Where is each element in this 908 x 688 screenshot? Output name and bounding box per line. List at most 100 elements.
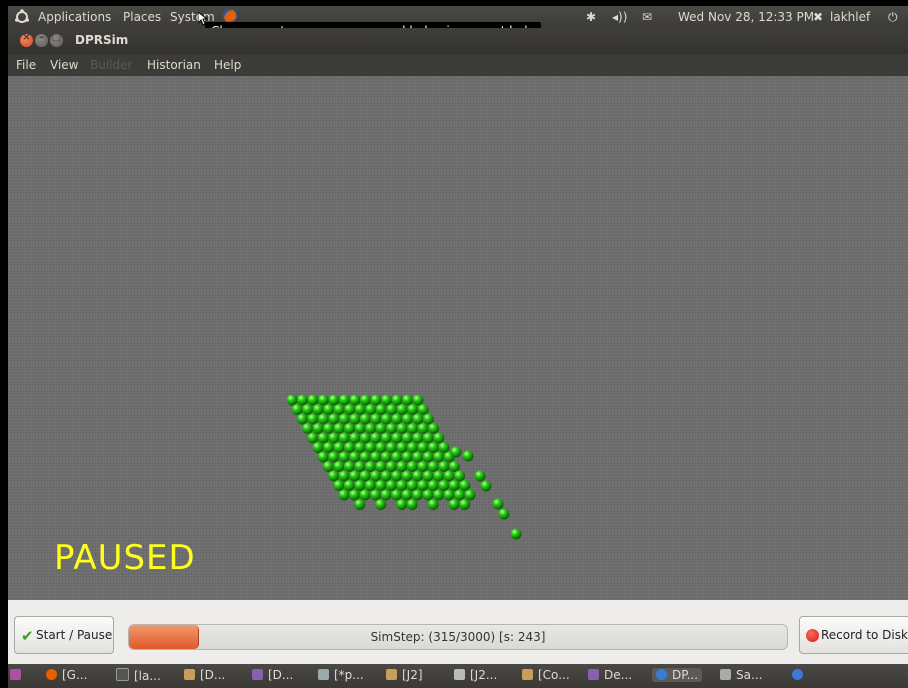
menu-help[interactable]: Help — [214, 58, 241, 72]
sphere — [428, 423, 440, 434]
sphere — [412, 451, 424, 463]
sphere — [433, 432, 445, 444]
sphere — [401, 470, 413, 482]
sphere — [370, 470, 382, 482]
user-icon[interactable]: ✖ — [813, 10, 823, 24]
maximize-icon: □ — [51, 32, 62, 43]
sphere — [407, 423, 419, 434]
menu-historian[interactable]: Historian — [147, 58, 201, 72]
sphere — [396, 404, 408, 415]
taskbar-item[interactable]: Sa... — [720, 668, 762, 682]
clock-datetime[interactable]: Wed Nov 28, 12:33 PM — [678, 10, 814, 24]
sphere — [391, 451, 403, 463]
power-icon[interactable]: ⏻ — [888, 10, 898, 25]
sphere — [417, 461, 429, 472]
sphere — [412, 432, 424, 444]
sphere — [322, 461, 334, 472]
sphere — [318, 394, 329, 406]
sphere — [454, 470, 466, 482]
bluetooth-icon[interactable]: ✱ — [586, 10, 596, 24]
sphere — [401, 489, 413, 501]
sphere — [354, 404, 366, 415]
menu-applications[interactable]: Applications — [38, 10, 111, 24]
sphere — [370, 413, 382, 425]
volume-icon[interactable]: ◂)) — [612, 10, 627, 24]
sphere — [412, 413, 424, 425]
menu-places[interactable]: Places — [123, 10, 161, 24]
sphere — [450, 446, 462, 458]
show-desktop-icon[interactable] — [10, 668, 21, 682]
sphere — [338, 432, 350, 444]
sphere — [454, 489, 465, 501]
taskbar-item[interactable]: [J2] — [386, 668, 423, 682]
sphere — [391, 470, 403, 482]
sphere — [302, 404, 314, 415]
menu-file[interactable]: File — [16, 58, 36, 72]
sphere — [492, 498, 504, 510]
sphere — [433, 489, 444, 501]
sphere — [370, 432, 382, 444]
sphere — [333, 404, 345, 415]
taskbar-info-icon[interactable] — [792, 668, 803, 682]
sphere — [317, 432, 329, 444]
taskbar-item[interactable]: [D... — [184, 668, 225, 682]
sphere — [359, 413, 371, 425]
taskbar-item[interactable]: [*p... — [318, 668, 364, 682]
sphere — [307, 413, 319, 425]
menu-builder: Builder — [90, 58, 133, 72]
window-title-bar[interactable]: × – □ DPRSim — [8, 28, 908, 54]
ubuntu-logo-icon[interactable] — [14, 9, 30, 25]
sphere — [338, 470, 350, 482]
start-pause-button[interactable]: ✔ Start / Pause — [14, 616, 114, 654]
taskbar-item[interactable]: De... — [588, 668, 632, 682]
sphere — [438, 480, 450, 491]
sphere — [498, 508, 510, 520]
sphere — [328, 432, 340, 444]
simulation-viewport[interactable]: PAUSED — [8, 76, 908, 600]
sphere — [427, 461, 439, 472]
taskbar-item[interactable]: [G... — [46, 668, 87, 682]
sphere — [386, 423, 398, 434]
sphere — [422, 451, 434, 463]
sphere — [407, 442, 418, 453]
sphere — [323, 442, 334, 453]
sphere — [349, 413, 361, 425]
close-window-button[interactable]: × — [20, 32, 33, 47]
sphere — [448, 499, 460, 510]
menu-view[interactable]: View — [50, 58, 78, 72]
terminal-icon — [116, 668, 129, 681]
taskbar-item[interactable]: [Co... — [522, 668, 570, 682]
sphere — [328, 413, 340, 425]
sphere — [354, 480, 366, 491]
sphere — [286, 394, 298, 406]
sphere — [354, 423, 366, 434]
sphere — [380, 470, 392, 482]
sphere — [396, 423, 408, 434]
mail-icon[interactable]: ✉ — [642, 10, 652, 24]
app-menubar: File View Builder Historian Help — [8, 54, 908, 76]
sphere — [370, 489, 381, 501]
sphere — [333, 442, 345, 453]
minimize-window-button[interactable]: – — [35, 32, 48, 47]
maximize-window-button[interactable]: □ — [50, 32, 63, 47]
record-to-disk-button[interactable]: Record to Disk — [799, 616, 908, 654]
sphere — [349, 432, 361, 444]
record-label: Record to Disk — [821, 628, 908, 642]
sphere — [354, 499, 366, 510]
bottom-taskbar: [G... [la... [D... [D... [*p... [J2] [J2… — [8, 664, 908, 688]
sphere — [406, 461, 418, 472]
sphere — [333, 480, 345, 491]
sphere — [422, 489, 434, 501]
sphere — [422, 432, 434, 444]
sphere — [443, 489, 455, 501]
taskbar-item-active[interactable]: DP... — [652, 668, 703, 682]
sphere — [406, 480, 418, 491]
taskbar-item[interactable]: [la... — [116, 668, 161, 683]
taskbar-item[interactable]: [D... — [252, 668, 293, 682]
sphere — [354, 442, 366, 453]
user-name[interactable]: lakhlef — [830, 10, 870, 24]
sphere — [385, 480, 397, 491]
sphere — [422, 413, 434, 425]
taskbar-item[interactable]: [J2... — [454, 668, 497, 682]
sphere — [323, 404, 335, 415]
